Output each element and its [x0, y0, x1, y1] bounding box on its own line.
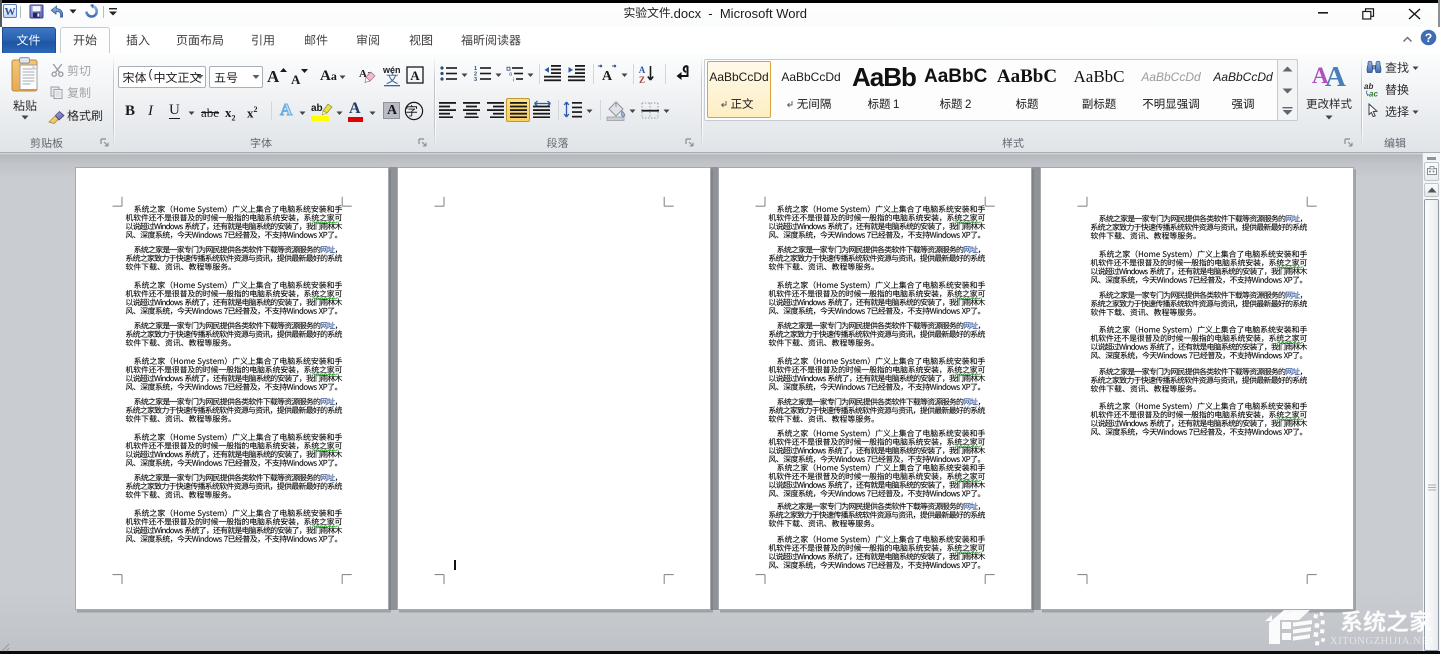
svg-text:A: A: [639, 65, 646, 75]
svg-text:A: A: [602, 69, 613, 84]
svg-text:ab: ab: [311, 103, 323, 114]
svg-text:ac: ac: [1369, 90, 1378, 98]
svg-text:i: i: [513, 78, 514, 83]
svg-text:Z: Z: [639, 75, 645, 84]
svg-text:3: 3: [474, 77, 477, 82]
svg-text:A: A: [410, 68, 420, 83]
svg-text:?: ?: [1425, 31, 1432, 45]
svg-text:wén: wén: [383, 65, 401, 75]
